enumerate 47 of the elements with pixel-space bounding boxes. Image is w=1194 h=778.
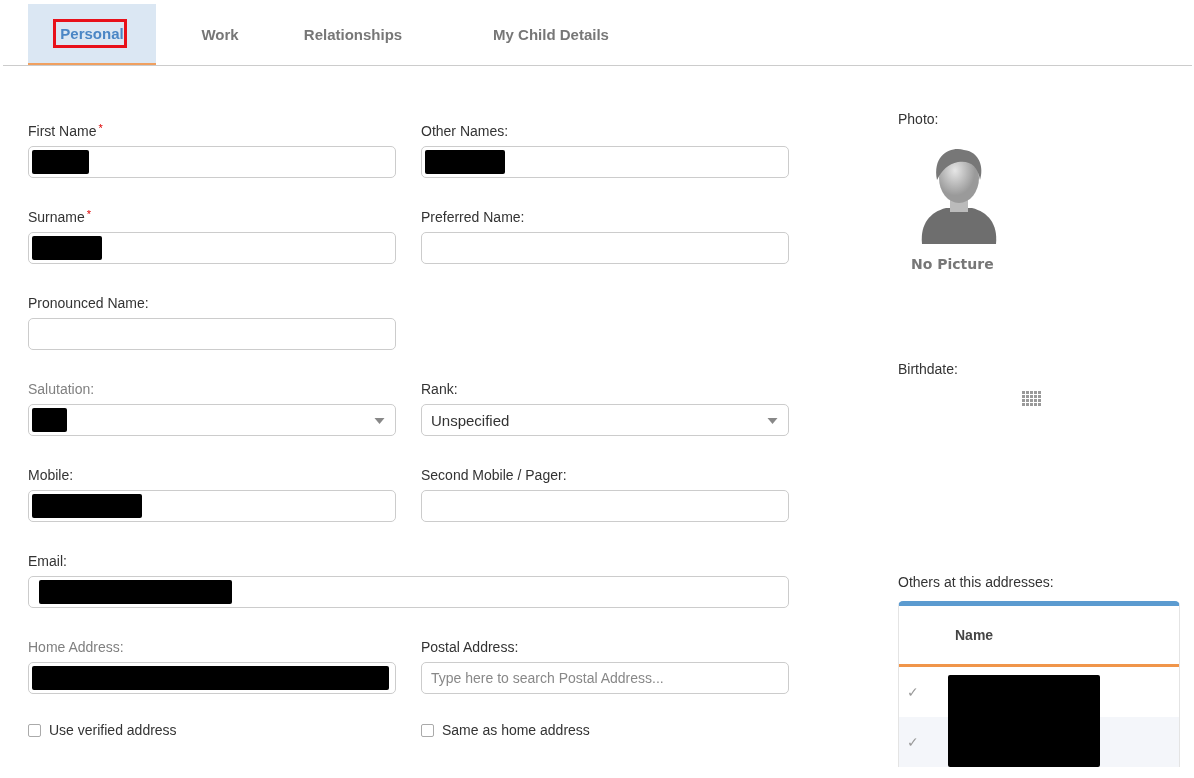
input-field[interactable]	[28, 490, 396, 522]
input-field[interactable]: Type here to search Postal Address...	[421, 662, 789, 694]
tab[interactable]: Personal	[28, 4, 156, 65]
checkbox[interactable]	[421, 723, 434, 737]
calendar-icon[interactable]	[1022, 391, 1042, 407]
caret-icon	[767, 418, 778, 424]
field-label: Pronounced Name:	[28, 294, 149, 312]
field-label: Mobile:	[28, 466, 74, 484]
section-label: Others at this addresses:	[898, 573, 1054, 591]
tab[interactable]: My Child Details	[471, 4, 631, 65]
check-mark: ✓	[907, 734, 919, 750]
required-mark: *	[98, 122, 103, 134]
photo-label: Photo:	[898, 110, 939, 128]
input-field[interactable]	[28, 318, 396, 350]
input-field[interactable]	[28, 662, 396, 694]
redaction-bar	[32, 150, 89, 174]
field-label: Other Names:	[421, 122, 509, 140]
field-label: Email:	[28, 552, 67, 570]
field-label: Rank:	[421, 380, 458, 398]
field-label: Surname	[28, 208, 85, 226]
no-picture-caption: No Picture	[911, 256, 994, 272]
redaction-bar	[32, 408, 67, 432]
field-label: Preferred Name:	[421, 208, 525, 226]
field-label: Second Mobile / Pager:	[421, 466, 567, 484]
field-label: First Name	[28, 122, 97, 140]
field-label: Home Address:	[28, 638, 124, 656]
redaction-bar	[32, 236, 102, 260]
checkbox-label: Use verified address	[49, 722, 177, 738]
input-field[interactable]	[28, 576, 789, 608]
caret-icon	[374, 418, 385, 424]
tab[interactable]: Relationships	[288, 4, 418, 65]
input-field[interactable]	[421, 490, 789, 522]
checkbox-label: Same as home address	[442, 722, 590, 738]
field-label: Salutation:	[28, 380, 95, 398]
checkbox[interactable]	[28, 723, 41, 737]
select-field[interactable]: Unspecified	[421, 404, 789, 436]
input-field[interactable]	[28, 146, 396, 178]
select-field[interactable]	[28, 404, 396, 436]
input-field[interactable]	[421, 146, 789, 178]
field-label: Postal Address:	[421, 638, 519, 656]
birthdate-label: Birthdate:	[898, 360, 958, 378]
required-mark: *	[86, 208, 92, 220]
input-field[interactable]	[28, 232, 396, 264]
column-header: Name	[955, 627, 994, 643]
input-field[interactable]	[421, 232, 789, 264]
check-mark: ✓	[907, 684, 919, 700]
tab[interactable]: Work	[180, 4, 260, 65]
